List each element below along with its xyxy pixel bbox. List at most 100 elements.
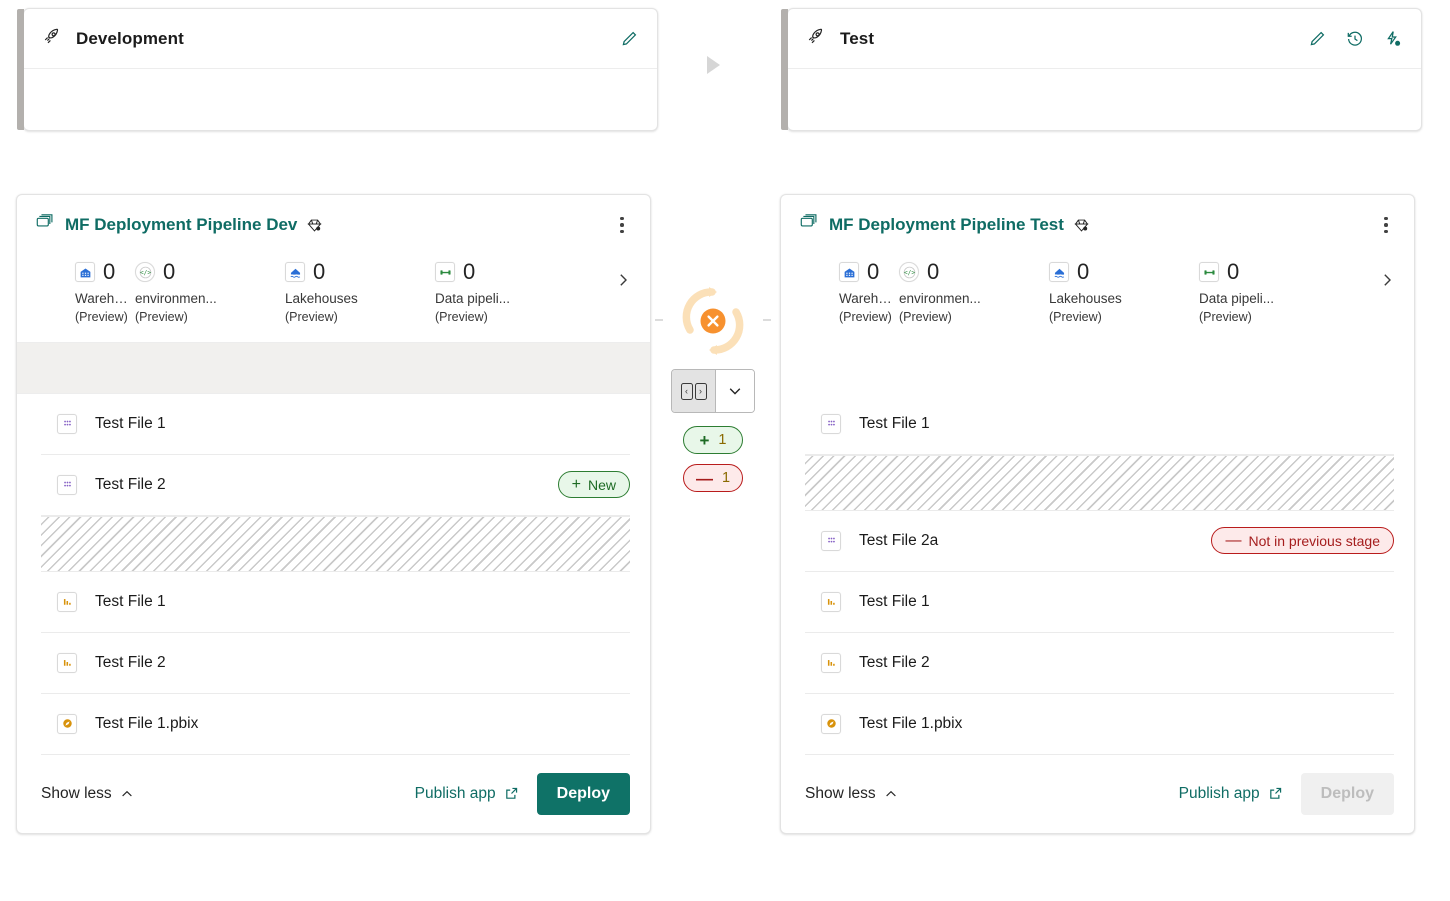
play-arrow-icon bbox=[707, 56, 720, 74]
item-name: Test File 2 bbox=[859, 654, 930, 672]
edit-stage-icon[interactable] bbox=[1303, 25, 1331, 53]
counter-data-pipelines[interactable]: 0 Data pipeli... (Preview) bbox=[435, 261, 585, 324]
item-type-counters: 0 Warehouses (Preview) </> 0 environmen.… bbox=[781, 249, 1414, 342]
counters-next-chevron-icon[interactable] bbox=[610, 267, 636, 293]
diff-removed-badge: — 1 bbox=[683, 464, 743, 492]
content-type-band-spacer bbox=[781, 342, 1414, 394]
chevron-up-icon bbox=[120, 787, 134, 801]
warehouse-icon bbox=[839, 262, 859, 282]
counter-value: 0 bbox=[163, 261, 175, 283]
counter-label: Lakehouses bbox=[1049, 291, 1159, 308]
counters-next-chevron-icon[interactable] bbox=[1374, 267, 1400, 293]
data-pipeline-icon bbox=[1199, 262, 1219, 282]
workspace-title[interactable]: MF Deployment Pipeline Dev bbox=[65, 215, 297, 235]
deploy-button[interactable]: Deploy bbox=[537, 773, 630, 815]
stage-header: Development bbox=[24, 9, 657, 69]
report-icon bbox=[57, 653, 77, 673]
compare-stages-icon[interactable]: ‹ › bbox=[672, 370, 716, 412]
counter-value: 0 bbox=[1227, 261, 1239, 283]
workspace-header: MF Deployment Pipeline Test bbox=[781, 195, 1414, 249]
publish-app-link[interactable]: Publish app bbox=[1179, 785, 1283, 803]
stage-card-test: Test bbox=[787, 8, 1422, 131]
connector-left bbox=[655, 319, 663, 321]
more-dots-icon bbox=[620, 217, 624, 234]
show-less-toggle[interactable]: Show less bbox=[41, 785, 134, 803]
item-type-counters: 0 Warehouses (Preview) </> 0 environmen.… bbox=[17, 249, 650, 342]
counter-label: environmen... bbox=[135, 291, 245, 308]
table-row[interactable]: Test File 1 bbox=[41, 394, 630, 455]
workspace-item-list: Test File 1 Test File 2 + New bbox=[17, 394, 650, 755]
counter-label: Lakehouses bbox=[285, 291, 395, 308]
deployment-history-icon[interactable] bbox=[1341, 25, 1369, 53]
chevron-up-icon bbox=[884, 787, 898, 801]
item-name: Test File 1.pbix bbox=[95, 715, 198, 733]
counter-environments[interactable]: </> 0 environmen... (Preview) bbox=[135, 261, 285, 324]
deployment-rules-icon[interactable] bbox=[1379, 25, 1407, 53]
sync-error-icon bbox=[663, 275, 763, 367]
stage-accent-bar bbox=[17, 9, 24, 130]
counter-environments[interactable]: </> 0 environmen... (Preview) bbox=[899, 261, 1049, 324]
table-row[interactable]: Test File 1 bbox=[805, 572, 1394, 633]
item-name: Test File 1 bbox=[95, 593, 166, 611]
diff-added-count: 1 bbox=[718, 432, 726, 448]
workspace-header: MF Deployment Pipeline Dev bbox=[17, 195, 650, 249]
workspace-card-test: MF Deployment Pipeline Test 0 bbox=[780, 194, 1415, 834]
counter-value: 0 bbox=[1077, 261, 1089, 283]
counter-data-pipelines[interactable]: 0 Data pipeli... (Preview) bbox=[1199, 261, 1349, 324]
table-row[interactable]: Test File 2 + New bbox=[41, 455, 630, 516]
deploy-button[interactable]: Deploy bbox=[1301, 773, 1394, 815]
table-row[interactable]: Test File 2 bbox=[41, 633, 630, 694]
item-name: Test File 2 bbox=[95, 654, 166, 672]
workspace-more-menu[interactable] bbox=[608, 211, 636, 239]
stage-body bbox=[24, 69, 657, 131]
environment-icon: </> bbox=[135, 262, 155, 282]
pbix-icon bbox=[821, 714, 841, 734]
table-row[interactable]: Test File 1 bbox=[805, 394, 1394, 455]
counter-lakehouses[interactable]: 0 Lakehouses (Preview) bbox=[1049, 261, 1199, 324]
workspace-title[interactable]: MF Deployment Pipeline Test bbox=[829, 215, 1064, 235]
compare-left-box: ‹ bbox=[681, 383, 693, 400]
show-less-toggle[interactable]: Show less bbox=[805, 785, 898, 803]
stage-title: Development bbox=[76, 29, 184, 49]
compare-control: ‹ › bbox=[671, 369, 755, 413]
table-row[interactable]: Test File 1.pbix bbox=[41, 694, 630, 755]
connector-right bbox=[763, 319, 771, 321]
edit-stage-icon[interactable] bbox=[615, 25, 643, 53]
stage-comparison-column: ‹ › + 1 — 1 bbox=[663, 275, 763, 492]
hidden-item-placeholder bbox=[41, 516, 630, 572]
stage-header: Test bbox=[788, 9, 1421, 69]
table-row[interactable]: Test File 2 bbox=[805, 633, 1394, 694]
hidden-item-placeholder bbox=[805, 455, 1394, 511]
counter-preview-tag: (Preview) bbox=[285, 310, 435, 324]
counter-lakehouses[interactable]: 0 Lakehouses (Preview) bbox=[285, 261, 435, 324]
compare-right-box: › bbox=[695, 383, 707, 400]
workspace-footer: Show less Publish app Deploy bbox=[781, 755, 1414, 833]
counter-preview-tag: (Preview) bbox=[435, 310, 585, 324]
workspace-more-menu[interactable] bbox=[1372, 211, 1400, 239]
report-icon bbox=[821, 592, 841, 612]
sync-status-icon[interactable] bbox=[663, 275, 763, 367]
table-row[interactable]: Test File 1 bbox=[41, 572, 630, 633]
counter-value: 0 bbox=[103, 261, 115, 283]
environment-icon: </> bbox=[899, 262, 919, 282]
workspace-stack-icon bbox=[35, 213, 54, 237]
more-dots-icon bbox=[1384, 217, 1388, 234]
deployment-pipeline-canvas: Development Test bbox=[0, 0, 1450, 901]
item-name: Test File 1.pbix bbox=[859, 715, 962, 733]
stage-body bbox=[788, 69, 1421, 131]
table-row[interactable]: Test File 2a — Not in previous stage bbox=[805, 511, 1394, 572]
item-name: Test File 1 bbox=[859, 593, 930, 611]
badge-sign: + bbox=[572, 477, 581, 493]
publish-app-link[interactable]: Publish app bbox=[415, 785, 519, 803]
stage-accent-bar bbox=[781, 9, 788, 130]
table-row[interactable]: Test File 1.pbix bbox=[805, 694, 1394, 755]
report-icon bbox=[57, 592, 77, 612]
item-name: Test File 1 bbox=[859, 415, 930, 433]
stage-actions bbox=[615, 25, 643, 53]
counter-warehouses[interactable]: 0 Warehouses (Preview) bbox=[781, 261, 899, 324]
badge-label: Not in previous stage bbox=[1248, 533, 1380, 549]
chevron-down-icon[interactable] bbox=[716, 370, 754, 412]
publish-app-label: Publish app bbox=[1179, 785, 1260, 803]
counter-preview-tag: (Preview) bbox=[75, 310, 135, 324]
counter-warehouses[interactable]: 0 Warehouses (Preview) bbox=[17, 261, 135, 324]
